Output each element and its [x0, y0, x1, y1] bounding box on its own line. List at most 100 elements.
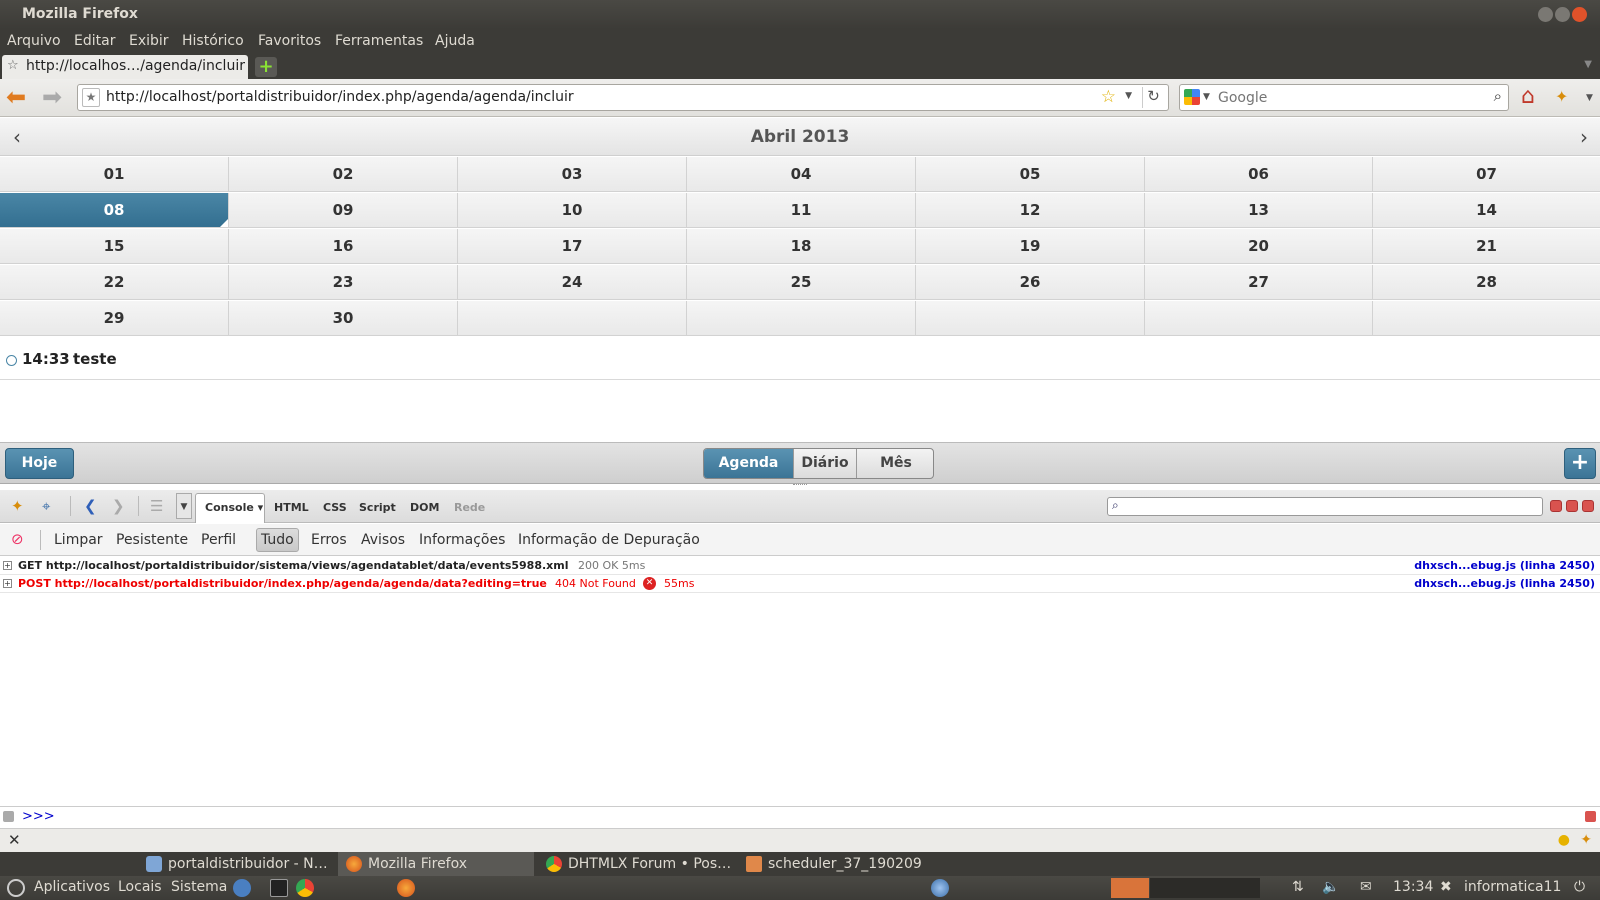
user-status-icon[interactable]: ✖: [1440, 879, 1452, 895]
day-cell[interactable]: 11: [687, 193, 916, 228]
firefox-icon[interactable]: [397, 879, 415, 897]
menu-favoritos[interactable]: Favoritos: [258, 33, 321, 49]
clear-console-icon[interactable]: ⊘: [11, 530, 24, 548]
command-editor-icon[interactable]: [3, 811, 14, 822]
day-cell[interactable]: 29: [0, 301, 229, 336]
site-identity-icon[interactable]: ★: [82, 88, 100, 107]
panel-tab-css[interactable]: CSS: [323, 501, 347, 514]
terminal-icon[interactable]: [270, 879, 288, 897]
firebug-menu-icon[interactable]: ✦: [11, 497, 24, 515]
day-cell[interactable]: 25: [687, 265, 916, 300]
filter-debug[interactable]: Informação de Depuração: [518, 532, 700, 548]
day-cell[interactable]: 05: [916, 157, 1145, 192]
filter-profile[interactable]: Perfil: [201, 532, 236, 548]
close-icon[interactable]: [1572, 7, 1587, 22]
forward-icon[interactable]: ➡: [42, 85, 62, 109]
firefox-window-icon[interactable]: [1111, 878, 1149, 898]
log-row[interactable]: + POST http://localhost/portaldistribuid…: [0, 575, 1600, 593]
browser-icon[interactable]: [931, 879, 949, 897]
firebug-dropdown-icon[interactable]: ▼: [1586, 93, 1593, 103]
command-line[interactable]: >>>: [0, 806, 1600, 827]
inspect-icon[interactable]: ⌖: [42, 497, 50, 515]
log-source-link[interactable]: dhxsch...ebug.js (linha 2450): [1414, 577, 1595, 590]
detach-icon[interactable]: [1566, 500, 1578, 512]
day-cell[interactable]: 04: [687, 157, 916, 192]
log-request[interactable]: GET http://localhost/portaldistribuidor/…: [18, 559, 569, 572]
day-cell[interactable]: 21: [1373, 229, 1600, 264]
log-source-link[interactable]: dhxsch...ebug.js (linha 2450): [1414, 559, 1595, 572]
next-month-icon[interactable]: ›: [1580, 125, 1588, 149]
chrome-icon[interactable]: [296, 879, 314, 897]
bookmark-star-icon[interactable]: ☆: [1101, 87, 1116, 107]
menu-historico[interactable]: Histórico: [182, 33, 244, 49]
url-bar[interactable]: ★ http://localhost/portaldistribuidor/in…: [77, 84, 1169, 111]
day-cell[interactable]: 16: [229, 229, 458, 264]
day-cell[interactable]: 14: [1373, 193, 1600, 228]
day-cell[interactable]: 09: [229, 193, 458, 228]
menu-ajuda[interactable]: Ajuda: [435, 33, 475, 49]
day-cell[interactable]: 23: [229, 265, 458, 300]
list-icon[interactable]: ☰: [150, 497, 163, 515]
network-icon[interactable]: ⇅: [1292, 879, 1304, 895]
menu-arquivo[interactable]: Arquivo: [7, 33, 61, 49]
engine-dropdown-icon[interactable]: ▼: [1203, 92, 1210, 102]
mail-icon[interactable]: ✉: [1360, 879, 1372, 895]
help-icon[interactable]: [233, 879, 251, 897]
day-cell[interactable]: 19: [916, 229, 1145, 264]
reload-icon[interactable]: ↻: [1142, 87, 1164, 108]
close-icon[interactable]: [1582, 500, 1594, 512]
back-icon[interactable]: ⬅: [6, 85, 26, 109]
panel-tab-console[interactable]: Console ▾: [195, 493, 265, 523]
filter-info[interactable]: Informações: [419, 532, 505, 548]
day-cell[interactable]: 28: [1373, 265, 1600, 300]
menu-ferramentas[interactable]: Ferramentas: [335, 33, 423, 49]
agenda-view-button[interactable]: Agenda: [704, 449, 794, 478]
clock[interactable]: 13:34: [1393, 879, 1433, 895]
day-cell[interactable]: 12: [916, 193, 1145, 228]
firebug-icon[interactable]: ✦: [1555, 87, 1568, 106]
workspace-switcher[interactable]: [1150, 878, 1260, 898]
task-folder[interactable]: scheduler_37_190209: [738, 852, 934, 876]
ubuntu-icon[interactable]: [7, 879, 25, 897]
menu-system[interactable]: Sistema: [171, 879, 227, 895]
day-cell[interactable]: 22: [0, 265, 229, 300]
expand-icon[interactable]: +: [3, 579, 12, 588]
filter-clear[interactable]: Limpar: [54, 532, 103, 548]
today-button[interactable]: Hoje: [5, 448, 74, 479]
volume-icon[interactable]: 🔈: [1322, 879, 1339, 895]
day-cell[interactable]: 18: [687, 229, 916, 264]
expand-icon[interactable]: +: [3, 561, 12, 570]
home-icon[interactable]: ⌂: [1521, 84, 1535, 109]
search-icon[interactable]: ⌕: [1494, 87, 1502, 105]
month-view-button[interactable]: Mês: [857, 449, 933, 478]
day-cell[interactable]: 15: [0, 229, 229, 264]
day-cell[interactable]: 03: [458, 157, 687, 192]
menu-places[interactable]: Locais: [118, 879, 162, 895]
search-input[interactable]: [1218, 88, 1468, 107]
firebug-search-input[interactable]: ⌕: [1107, 497, 1543, 516]
history-dropdown-icon[interactable]: ▼: [1125, 91, 1132, 101]
search-bar[interactable]: ▼ ⌕: [1179, 84, 1509, 111]
day-view-button[interactable]: Diário: [794, 449, 857, 478]
minimize-icon[interactable]: [1550, 500, 1562, 512]
filter-warnings[interactable]: Avisos: [361, 532, 405, 548]
task-chrome[interactable]: DHTMLX Forum • Pos…: [538, 852, 734, 876]
filter-persist[interactable]: Pesistente: [116, 532, 188, 548]
day-cell[interactable]: 27: [1145, 265, 1373, 300]
day-cell[interactable]: 10: [458, 193, 687, 228]
url-text[interactable]: http://localhost/portaldistribuidor/inde…: [106, 89, 574, 105]
google-engine-icon[interactable]: [1184, 89, 1200, 105]
forward-icon[interactable]: ❯: [112, 497, 125, 515]
tab-list-icon[interactable]: ▼: [1584, 59, 1592, 70]
day-cell[interactable]: 01: [0, 157, 229, 192]
day-cell[interactable]: 02: [229, 157, 458, 192]
menu-editar[interactable]: Editar: [74, 33, 115, 49]
minimize-icon[interactable]: [1538, 7, 1553, 22]
panel-tab-script[interactable]: Script: [359, 501, 396, 514]
previous-month-icon[interactable]: ‹: [13, 125, 21, 149]
close-addon-bar-icon[interactable]: ✕: [8, 831, 21, 849]
maximize-icon[interactable]: [1555, 7, 1570, 22]
menu-exibir[interactable]: Exibir: [129, 33, 169, 49]
day-cell[interactable]: 08: [0, 193, 229, 228]
day-cell[interactable]: 20: [1145, 229, 1373, 264]
